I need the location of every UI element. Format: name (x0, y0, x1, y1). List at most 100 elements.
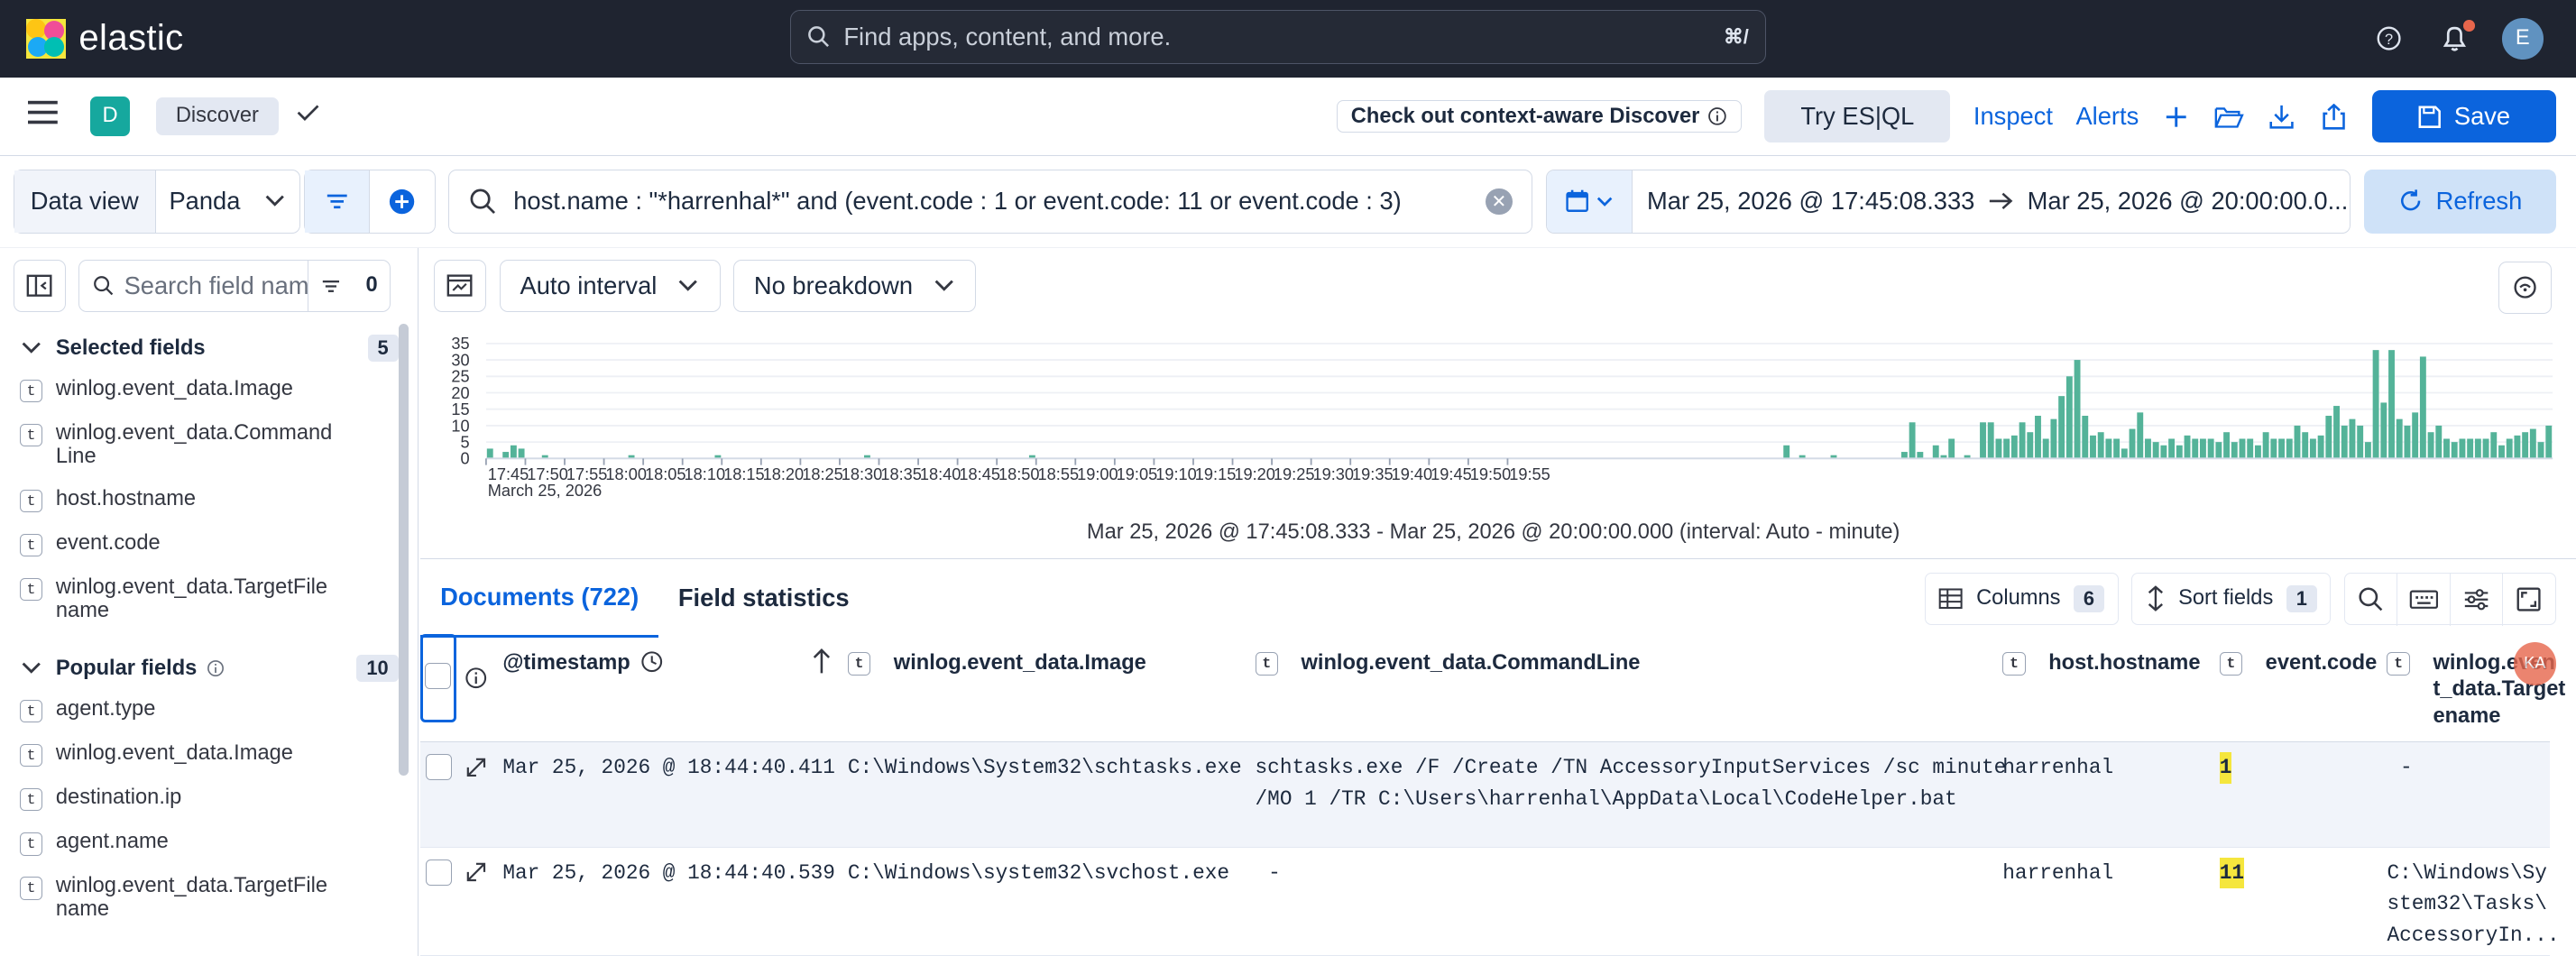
histogram-bar[interactable] (2325, 415, 2332, 459)
breakdown-dropdown[interactable]: No breakdown (733, 259, 977, 313)
field-item[interactable]: t destination.ip (0, 782, 418, 816)
histogram-bar[interactable] (2341, 425, 2348, 459)
inspect-link[interactable]: Inspect (1973, 102, 2053, 131)
histogram-bar[interactable] (2459, 438, 2466, 459)
column-header-commandline[interactable]: t winlog.event_data.CommandLine (1255, 650, 1640, 676)
histogram-bar[interactable] (518, 448, 525, 459)
histogram-bar[interactable] (2239, 438, 2246, 459)
field-search-input[interactable]: Search field names 0 (78, 259, 391, 313)
histogram-bar[interactable] (2262, 432, 2269, 459)
histogram-bar[interactable] (2145, 438, 2152, 459)
histogram-bar[interactable] (2372, 349, 2379, 459)
histogram-bar[interactable] (2184, 435, 2191, 459)
share-icon[interactable] (2320, 103, 2350, 130)
alerts-link[interactable]: Alerts (2075, 102, 2139, 131)
ai-assistant-icon[interactable] (2498, 261, 2552, 314)
histogram-bar[interactable] (2113, 438, 2121, 459)
user-avatar[interactable]: E (2502, 18, 2544, 60)
tab-field-statistics[interactable]: Field statistics (658, 559, 869, 638)
histogram-bar[interactable] (2003, 438, 2010, 459)
refresh-button[interactable]: Refresh (2363, 169, 2557, 234)
floating-avatar[interactable]: KA (2513, 642, 2557, 685)
kql-query-input[interactable]: host.name : "*harrenhal*" and (event.cod… (448, 169, 1533, 234)
histogram-bar[interactable] (2082, 415, 2089, 459)
histogram-bar[interactable] (2365, 441, 2372, 459)
histogram-chart[interactable]: 0510152025303517:4517:5017:5518:0018:051… (420, 324, 2576, 554)
histogram-bar[interactable] (2537, 441, 2544, 459)
histogram-bar[interactable] (2168, 438, 2176, 459)
histogram-bar[interactable] (2404, 425, 2411, 459)
column-header-image[interactable]: t winlog.event_data.Image (847, 650, 1146, 676)
filter-icon[interactable] (304, 170, 371, 233)
plus-icon[interactable] (2162, 106, 2192, 128)
histogram-bar[interactable] (2530, 428, 2537, 459)
histogram-bar[interactable] (2043, 438, 2049, 459)
histogram-bar[interactable] (2192, 438, 2199, 459)
table-row[interactable]: Mar 25, 2026 @ 18:44:40.411 C:\Windows\S… (420, 742, 2550, 848)
histogram-bar[interactable] (2333, 405, 2341, 459)
download-icon[interactable] (2267, 104, 2296, 130)
sidebar-scrollbar[interactable] (398, 323, 409, 776)
display-settings-icon[interactable] (2451, 573, 2503, 627)
histogram-bar[interactable] (2121, 448, 2129, 459)
notifications-icon[interactable] (2436, 18, 2476, 57)
histogram-bar[interactable] (2498, 445, 2506, 459)
histogram-bar[interactable] (2200, 438, 2207, 459)
histogram-bar[interactable] (2152, 441, 2159, 459)
histogram-bar[interactable] (2349, 418, 2356, 459)
histogram-bar[interactable] (1909, 422, 1916, 459)
column-header-eventcode[interactable]: t event.code (2219, 650, 2377, 676)
try-esql-button[interactable]: Try ES|QL (1764, 90, 1951, 143)
histogram-bar[interactable] (1980, 422, 1987, 459)
histogram-bar[interactable] (2427, 432, 2434, 459)
histogram-bar[interactable] (2443, 438, 2451, 459)
keyboard-shortcuts-icon[interactable] (2397, 573, 2451, 627)
histogram-bar[interactable] (2522, 432, 2529, 459)
histogram-bar[interactable] (2011, 435, 2019, 459)
calendar-icon[interactable] (1546, 170, 1633, 233)
histogram-bar[interactable] (1988, 422, 1994, 459)
field-item[interactable]: t event.code (0, 528, 418, 562)
field-item[interactable]: t winlog.event_data.Image (0, 738, 418, 772)
breadcrumb[interactable]: Discover (156, 97, 279, 135)
histogram-bar[interactable] (2482, 438, 2489, 459)
histogram-bar[interactable] (2452, 441, 2458, 459)
histogram-bar[interactable] (2507, 438, 2513, 459)
histogram-bar[interactable] (2397, 418, 2403, 459)
field-item[interactable]: t host.hostname (0, 483, 418, 517)
histogram-bar[interactable] (2490, 432, 2498, 459)
select-all-cell[interactable] (420, 634, 457, 723)
info-icon[interactable] (465, 666, 487, 689)
histogram-bar[interactable] (1995, 438, 2002, 459)
elastic-logo[interactable]: elastic (26, 18, 183, 59)
date-picker[interactable]: Mar 25, 2026 @ 17:45:08.333 Mar 25, 2026… (1545, 169, 2351, 234)
column-header-hostname[interactable]: t host.hostname (2002, 650, 2200, 676)
histogram-bar[interactable] (2050, 418, 2057, 459)
histogram-bar[interactable] (2027, 432, 2034, 459)
save-button[interactable]: Save (2371, 90, 2557, 143)
help-icon[interactable]: ? (2370, 21, 2406, 57)
popular-fields-header[interactable]: Popular fields 10 (0, 644, 418, 694)
histogram-bar[interactable] (2247, 438, 2254, 459)
histogram-bar[interactable] (2310, 438, 2317, 459)
histogram-bar[interactable] (487, 448, 493, 459)
interval-dropdown[interactable]: Auto interval (499, 259, 721, 313)
histogram-bar[interactable] (1933, 445, 1939, 459)
end-date[interactable]: Mar 25, 2026 @ 20:00:00.0... (2028, 187, 2349, 216)
histogram-bar[interactable] (2129, 428, 2136, 459)
context-aware-callout[interactable]: Check out context-aware Discover (1337, 100, 1742, 133)
histogram-bar[interactable] (1783, 445, 1790, 459)
data-view-picker[interactable]: Data view Panda (13, 169, 300, 234)
field-item[interactable]: t agent.name (0, 826, 418, 860)
histogram-bar[interactable] (2278, 438, 2286, 459)
histogram-bar[interactable] (1917, 451, 1924, 459)
histogram-bar[interactable] (2207, 438, 2214, 459)
histogram-bar[interactable] (2435, 425, 2443, 459)
field-item[interactable]: t agent.type (0, 693, 418, 727)
row-select-checkbox[interactable] (425, 859, 452, 886)
histogram-bar[interactable] (2412, 412, 2419, 459)
histogram-bar[interactable] (2545, 425, 2553, 459)
toggle-chart-icon[interactable] (433, 259, 487, 313)
add-filter-icon[interactable] (370, 170, 434, 233)
histogram-bar[interactable] (2380, 402, 2387, 459)
